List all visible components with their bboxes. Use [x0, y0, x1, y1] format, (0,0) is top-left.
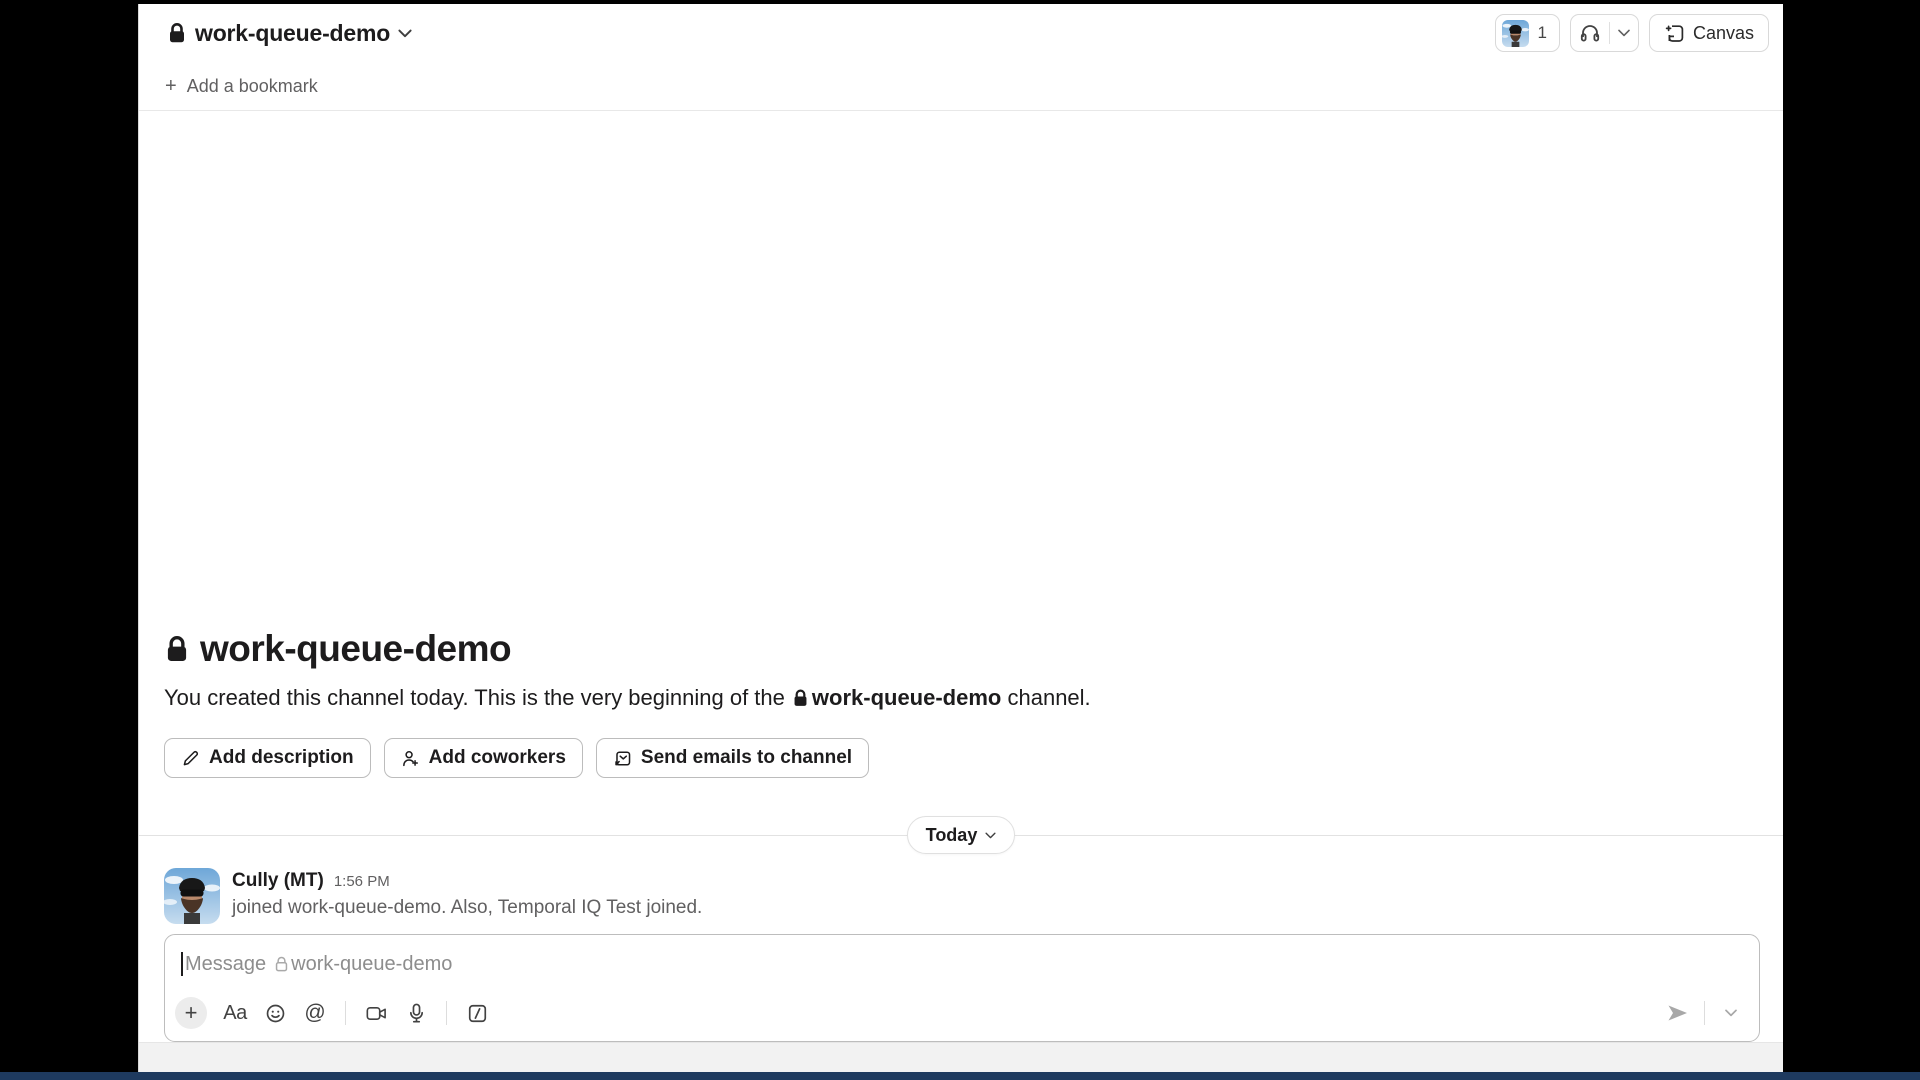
- slash-icon: [467, 1003, 488, 1024]
- video-button[interactable]: [358, 995, 394, 1031]
- send-emails-label: Send emails to channel: [641, 747, 852, 769]
- headphones-icon: [1579, 22, 1601, 44]
- members-button[interactable]: 1: [1495, 14, 1560, 52]
- email-icon: [613, 749, 632, 768]
- text-caret: [181, 952, 183, 976]
- format-button[interactable]: Aa: [217, 995, 253, 1031]
- mic-icon: [406, 1003, 427, 1024]
- canvas-button[interactable]: Canvas: [1649, 14, 1769, 52]
- add-description-button[interactable]: Add description: [164, 738, 371, 778]
- placeholder-prefix: Message: [185, 953, 266, 976]
- intro-heading: work-queue-demo: [164, 628, 1758, 670]
- message-text: joined work-queue-demo. Also, Temporal I…: [232, 897, 702, 919]
- message-pane: work-queue-demo You created this channel…: [139, 111, 1783, 1072]
- add-bookmark-label: Add a bookmark: [187, 76, 318, 97]
- channel-name-button[interactable]: work-queue-demo: [167, 20, 412, 47]
- chevron-down-icon: [398, 29, 412, 38]
- huddle-chevron-icon[interactable]: [1618, 29, 1630, 37]
- attach-button[interactable]: +: [175, 997, 207, 1029]
- date-divider: Today: [139, 816, 1783, 854]
- divider: [1609, 22, 1610, 44]
- message-author[interactable]: Cully (MT): [232, 870, 324, 892]
- message-row: Cully (MT) 1:56 PM joined work-queue-dem…: [139, 868, 1783, 924]
- mention-button[interactable]: @: [297, 995, 333, 1031]
- member-count: 1: [1538, 23, 1547, 43]
- divider: [345, 1001, 346, 1025]
- intro-description: You created this channel today. This is …: [164, 684, 1758, 712]
- lock-icon: [167, 22, 187, 44]
- canvas-icon: [1664, 23, 1685, 44]
- channel-title: work-queue-demo: [195, 20, 390, 47]
- placeholder-channel: work-queue-demo: [291, 953, 452, 976]
- date-pill-button[interactable]: Today: [907, 816, 1016, 854]
- canvas-label: Canvas: [1693, 23, 1754, 44]
- composer-toolbar: + Aa @: [165, 993, 1759, 1041]
- lock-icon: [266, 955, 291, 973]
- video-icon: [366, 1003, 387, 1024]
- add-coworkers-label: Add coworkers: [429, 747, 566, 769]
- format-label: Aa: [223, 1002, 246, 1025]
- member-avatar: [1502, 20, 1529, 47]
- channel-intro: work-queue-demo You created this channel…: [139, 628, 1783, 778]
- add-description-label: Add description: [209, 747, 354, 769]
- composer-send-area: [1660, 995, 1749, 1031]
- send-button[interactable]: [1660, 995, 1696, 1031]
- plus-icon: +: [165, 76, 177, 96]
- channel-header: work-queue-demo 1 Canvas: [139, 4, 1783, 62]
- emoji-button[interactable]: [257, 995, 293, 1031]
- lock-icon: [785, 688, 812, 708]
- huddle-button[interactable]: [1570, 14, 1639, 52]
- intro-description-channel: work-queue-demo: [812, 684, 1001, 712]
- chevron-down-icon: [1725, 1009, 1737, 1017]
- divider: [1704, 1001, 1705, 1025]
- divider: [446, 1001, 447, 1025]
- channel-view: work-queue-demo 1 Canvas: [138, 4, 1783, 1072]
- avatar[interactable]: [164, 868, 220, 924]
- send-options-button[interactable]: [1713, 995, 1749, 1031]
- intro-title: work-queue-demo: [200, 628, 511, 670]
- message-input[interactable]: Message work-queue-demo: [165, 935, 1759, 993]
- footer-strip: [139, 1042, 1783, 1072]
- intro-buttons: Add description Add coworkers Send email…: [164, 738, 1758, 778]
- send-emails-button[interactable]: Send emails to channel: [596, 738, 869, 778]
- plus-icon: +: [185, 1000, 198, 1026]
- person-add-icon: [401, 749, 420, 768]
- mic-button[interactable]: [398, 995, 434, 1031]
- bookmark-bar: + Add a bookmark: [139, 62, 1783, 111]
- mention-icon: @: [304, 1001, 325, 1025]
- intro-description-prefix: You created this channel today. This is …: [164, 684, 785, 712]
- message-header: Cully (MT) 1:56 PM: [232, 870, 702, 892]
- add-coworkers-button[interactable]: Add coworkers: [384, 738, 583, 778]
- slash-commands-button[interactable]: [459, 995, 495, 1031]
- intro-description-suffix: channel.: [1007, 684, 1090, 712]
- lock-icon: [164, 634, 190, 664]
- message-body: Cully (MT) 1:56 PM joined work-queue-dem…: [232, 868, 702, 924]
- date-label: Today: [926, 825, 978, 846]
- chevron-down-icon: [985, 832, 996, 839]
- send-icon: [1666, 1002, 1690, 1024]
- header-actions: 1 Canvas: [1495, 14, 1770, 52]
- bottom-status-bar: [0, 1072, 1920, 1080]
- message-timestamp[interactable]: 1:56 PM: [334, 873, 390, 890]
- add-bookmark-button[interactable]: + Add a bookmark: [165, 76, 318, 97]
- pencil-icon: [181, 749, 200, 768]
- emoji-icon: [265, 1003, 286, 1024]
- message-composer: Message work-queue-demo + Aa @: [164, 934, 1760, 1042]
